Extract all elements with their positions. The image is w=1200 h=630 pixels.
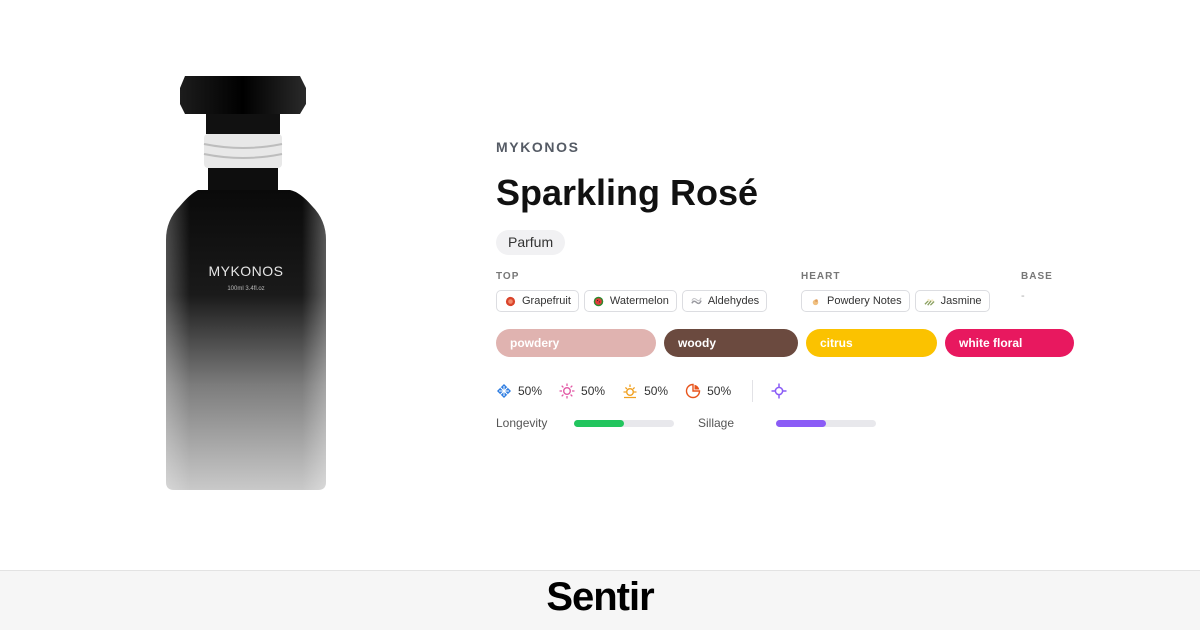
sillage-meter [776, 419, 876, 427]
sparkle-stat [771, 383, 787, 399]
product-image: MYKONOS 100ml 3.4fl.oz [150, 70, 360, 500]
summer-sun-icon [623, 384, 637, 399]
season-spring: 50% [559, 383, 605, 399]
note-chip-watermelon[interactable]: Watermelon [583, 290, 677, 312]
jasmine-icon [924, 298, 935, 306]
bottle-sublabel: 100ml 3.4fl.oz [227, 286, 264, 292]
top-notes: TOP Grapefruit Watermelon Aldehydes [496, 271, 768, 312]
spring-sun-icon [559, 383, 575, 399]
product-title: Sparkling Rosé [496, 172, 759, 213]
footer: Sentir [0, 570, 1200, 630]
season-value: 50% [518, 384, 543, 398]
season-fall: 50% [685, 383, 731, 399]
heart-notes-label: HEART [801, 271, 841, 282]
fall-leaf-icon [685, 383, 701, 399]
longevity-meter-fill [574, 419, 624, 427]
accord-citrus[interactable]: citrus [806, 329, 937, 357]
accord-woody[interactable]: woody [664, 329, 798, 357]
performance-meters: Longevity Sillage [496, 416, 876, 430]
note-chip-label: Grapefruit [522, 295, 571, 307]
season-value: 50% [707, 384, 732, 398]
watermelon-icon [593, 296, 604, 306]
accord-powdery[interactable]: powdery [496, 329, 656, 357]
accords-list: powdery woody citrus white floral [496, 329, 1074, 357]
season-value: 50% [644, 384, 669, 398]
base-notes-empty: - [1021, 290, 1025, 302]
note-chip-label: Aldehydes [707, 295, 760, 307]
accord-white-floral[interactable]: white floral [945, 329, 1074, 357]
note-chip-label: Watermelon [609, 295, 669, 307]
note-chip-label: Powdery Notes [827, 295, 902, 307]
note-chip-powdery-notes[interactable]: Powdery Notes [801, 290, 910, 312]
sentir-logo[interactable]: Sentir [0, 575, 1200, 620]
season-winter: 50% [496, 383, 542, 399]
note-chip-aldehydes[interactable]: Aldehydes [681, 290, 768, 312]
sparkle-icon [771, 383, 787, 399]
season-value: 50% [581, 384, 606, 398]
base-notes: BASE - [1021, 271, 1053, 302]
season-summer: 50% [622, 383, 668, 399]
winter-snowflake-icon [497, 384, 511, 398]
longevity-meter [574, 419, 674, 427]
perfume-bottle: MYKONOS 100ml 3.4fl.oz [166, 76, 326, 490]
grapefruit-icon [505, 296, 516, 306]
aldehydes-icon [691, 297, 702, 304]
powdery-notes-icon [812, 298, 819, 305]
season-stats: 50% 50% 50% 50% [496, 380, 804, 402]
top-notes-label: TOP [496, 271, 520, 282]
longevity-label: Longevity [496, 416, 548, 430]
concentration-badge: Parfum [496, 230, 566, 255]
heart-notes: HEART Powdery Notes Jasmine [801, 271, 990, 312]
note-chip-jasmine[interactable]: Jasmine [914, 290, 990, 312]
brand-name[interactable]: MYKONOS [496, 139, 580, 155]
sillage-meter-fill [776, 419, 826, 427]
stats-divider [752, 380, 754, 402]
note-chip-label: Jasmine [940, 295, 982, 307]
bottle-label: MYKONOS [208, 263, 283, 279]
sillage-label: Sillage [698, 416, 735, 430]
base-notes-label: BASE [1021, 271, 1053, 282]
note-chip-grapefruit[interactable]: Grapefruit [496, 290, 579, 312]
